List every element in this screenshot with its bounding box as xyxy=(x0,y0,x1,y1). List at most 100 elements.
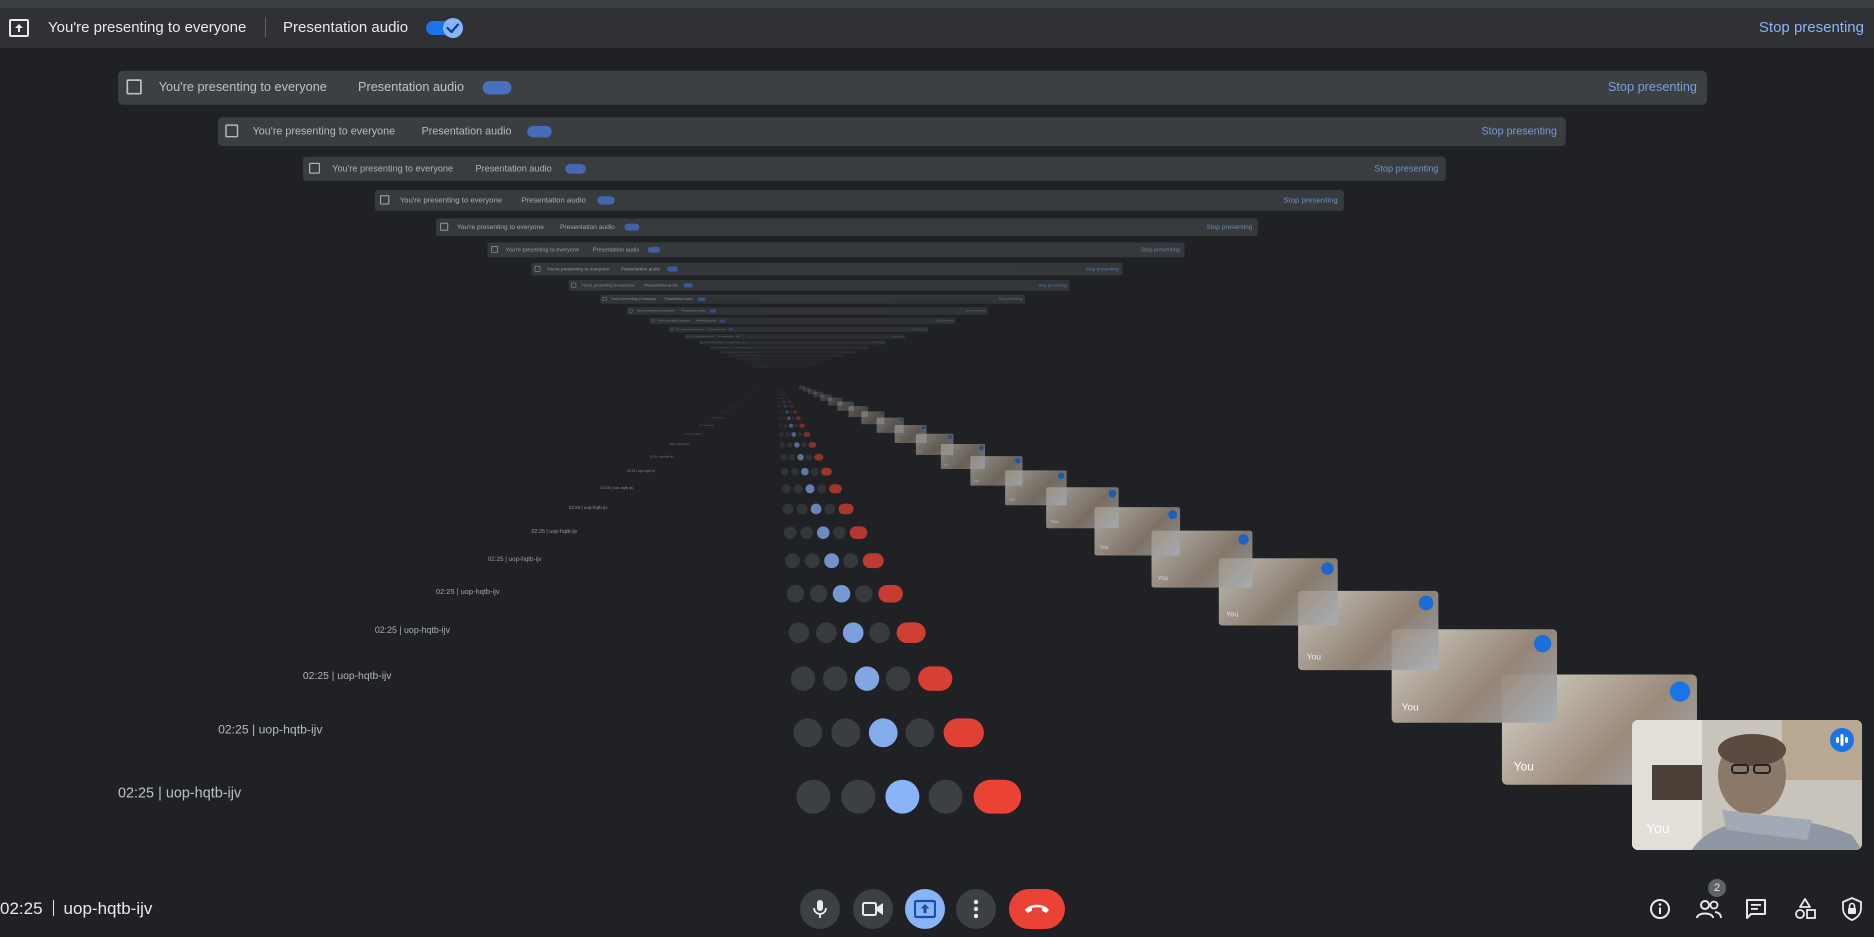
present-to-all-icon xyxy=(700,341,702,344)
present-button[interactable] xyxy=(905,889,945,929)
shared-screen-preview: You're presenting to everyone Presentatio… xyxy=(0,48,1874,888)
meeting-details-button[interactable] xyxy=(1646,895,1674,923)
mirror-message: You're presenting to everyone xyxy=(690,335,715,338)
mirror-audio-label: Presentation audio xyxy=(741,351,750,353)
mirror-meeting-info: 02:25 | uop-hqtb-ijv xyxy=(649,454,674,459)
mirror-banner xyxy=(218,117,1566,147)
mirror-meeting-info: 02:25 | uop-hqtb-ijv xyxy=(568,505,608,511)
mirror-toggle xyxy=(719,319,726,323)
mirror-toggle xyxy=(741,341,746,344)
mirror-meeting-info: 02:25 | uop-hqtb-ijv xyxy=(531,528,578,535)
mirror-stop-label: Stop presenting xyxy=(812,363,817,365)
host-controls-button[interactable] xyxy=(1838,895,1866,923)
mirror-toggle xyxy=(624,223,640,231)
mirror-message: You're presenting to everyone xyxy=(724,351,739,353)
present-to-all-icon xyxy=(9,19,29,37)
mirror-stop-label: Stop presenting xyxy=(1374,163,1439,174)
mirror-meeting-info: 02:25 | uop-hqtb-ijv xyxy=(751,391,757,393)
mirror-toggle xyxy=(667,266,678,272)
speaking-indicator-icon xyxy=(1168,510,1178,520)
mirror-message: You're presenting to everyone xyxy=(399,195,503,205)
videocam-icon xyxy=(862,902,883,916)
mirror-meeting-info: 02:25 | uop-hqtb-ijv xyxy=(699,424,714,427)
mirror-message: You're presenting to everyone xyxy=(732,355,745,357)
mirror-audio-label: Presentation audio xyxy=(357,80,465,95)
self-video-tile[interactable]: You xyxy=(1632,720,1862,850)
mirror-toggle xyxy=(647,246,661,253)
mirror-banner xyxy=(302,156,1446,182)
chat-button[interactable] xyxy=(1742,895,1770,923)
mirror-toggle xyxy=(697,297,706,302)
speaking-indicator-icon xyxy=(809,387,811,389)
mirror-meeting-info: 02:25 | uop-hqtb-ijv xyxy=(736,401,744,403)
people-button[interactable] xyxy=(1695,895,1723,923)
present-to-all-icon xyxy=(711,346,714,349)
mic-icon xyxy=(813,900,827,918)
mirror-stop-label: Stop presenting xyxy=(1283,195,1338,205)
mirror-stop-label: Stop presenting xyxy=(998,297,1023,302)
present-to-all-icon xyxy=(602,296,607,302)
mirror-message: You're presenting to everyone xyxy=(636,309,675,313)
mirror-message: You're presenting to everyone xyxy=(657,319,690,323)
mirror-frame: You're presenting to everyone Presentatio… xyxy=(755,366,806,392)
mirror-stop-label: Stop presenting xyxy=(1140,246,1181,253)
mirror-meeting-info: 02:25 | uop-hqtb-ijv xyxy=(374,625,450,636)
mirror-meeting-info: 02:25 | uop-hqtb-ijv xyxy=(487,555,542,563)
speaking-indicator-icon xyxy=(1534,634,1552,653)
present-to-all-icon xyxy=(309,162,320,174)
call-end-icon xyxy=(1025,904,1049,913)
info-icon xyxy=(1650,899,1670,919)
presentation-audio-toggle[interactable] xyxy=(426,18,464,38)
mirror-stop-label: Stop presenting xyxy=(873,341,885,344)
stop-presenting-button[interactable]: Stop presenting xyxy=(1759,19,1864,36)
mirror-toggle xyxy=(747,347,750,349)
mirror-toggle xyxy=(565,163,586,174)
mirror-toggle xyxy=(728,328,734,331)
people-icon xyxy=(1696,900,1722,919)
mirror-stop-label: Stop presenting xyxy=(1481,125,1558,138)
presentation-audio-label: Presentation audio xyxy=(283,19,409,36)
mirror-audio-label: Presentation audio xyxy=(620,266,661,272)
more-options-button[interactable] xyxy=(956,889,996,929)
mirror-audio-label: Presentation audio xyxy=(681,309,706,313)
speaking-indicator-icon xyxy=(822,392,824,394)
present-to-all-icon xyxy=(571,282,577,288)
speaking-indicator-icon xyxy=(899,418,903,422)
mirror-toggle xyxy=(482,80,512,95)
mirror-stop-label: Stop presenting xyxy=(835,355,843,357)
mirror-self-tile: You xyxy=(799,385,806,390)
speaking-indicator-icon xyxy=(978,445,984,451)
speaking-indicator-icon xyxy=(804,385,805,387)
mirror-toggle xyxy=(758,358,761,360)
mirror-message: You're presenting to everyone xyxy=(252,125,396,138)
leave-call-button[interactable] xyxy=(1009,889,1065,929)
mirror-message: You're presenting to everyone xyxy=(505,246,580,253)
activities-button[interactable] xyxy=(1791,895,1819,923)
speaking-indicator-icon xyxy=(815,389,817,391)
speaking-indicator-icon xyxy=(1418,595,1434,611)
mirror-audio-label: Presentation audio xyxy=(734,346,746,349)
mirror-audio-label: Presentation audio xyxy=(746,355,754,357)
mirror-toggle xyxy=(751,351,754,353)
participant-name: You xyxy=(1646,820,1670,836)
mirror-stop-label: Stop presenting xyxy=(807,365,811,366)
mirror-toggle xyxy=(597,196,615,205)
camera-button[interactable] xyxy=(853,889,893,929)
mirror-meeting-info: 02:25 | uop-hqtb-ijv xyxy=(710,417,724,419)
microphone-button[interactable] xyxy=(800,889,840,929)
mirror-stop-label: Stop presenting xyxy=(819,361,824,362)
mirror-message: You're presenting to everyone xyxy=(158,80,327,95)
mirror-audio-label: Presentation audio xyxy=(521,195,586,205)
present-to-all-icon xyxy=(534,265,541,272)
mirror-stop-label: Stop presenting xyxy=(1607,80,1697,95)
present-to-all-icon xyxy=(721,351,723,353)
present-to-all-icon xyxy=(686,335,689,338)
present-to-all-icon xyxy=(225,124,239,138)
participant-count-badge: 2 xyxy=(1708,879,1726,897)
mirror-control xyxy=(782,389,784,391)
mirror-stop-label: Stop presenting xyxy=(1038,282,1067,288)
speaking-indicator-icon xyxy=(1669,681,1691,702)
mirror-audio-label: Presentation audio xyxy=(727,341,740,344)
mirror-audio-label: Presentation audio xyxy=(644,282,678,288)
speaking-indicator-icon xyxy=(1830,728,1854,752)
